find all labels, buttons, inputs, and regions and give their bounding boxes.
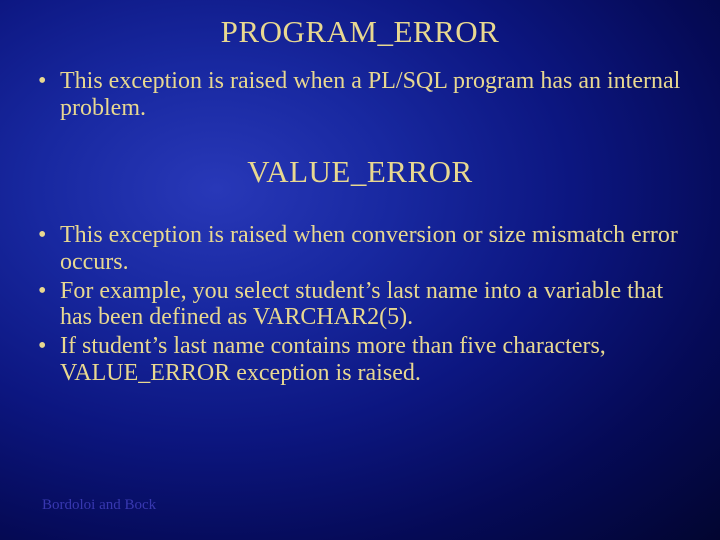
bullet-item: This exception is raised when a PL/SQL p… bbox=[32, 68, 690, 122]
slide-footer: Bordoloi and Bock bbox=[42, 497, 156, 514]
bullet-list-1: This exception is raised when a PL/SQL p… bbox=[30, 68, 690, 122]
presentation-slide: PROGRAM_ERROR This exception is raised w… bbox=[0, 0, 720, 540]
bullet-item: For example, you select student’s last n… bbox=[32, 278, 690, 332]
bullet-list-2: This exception is raised when conversion… bbox=[30, 222, 690, 387]
heading-program-error: PROGRAM_ERROR bbox=[30, 14, 690, 50]
bullet-item: This exception is raised when conversion… bbox=[32, 222, 690, 276]
bullet-item: If student’s last name contains more tha… bbox=[32, 333, 690, 387]
heading-value-error: VALUE_ERROR bbox=[30, 154, 690, 190]
